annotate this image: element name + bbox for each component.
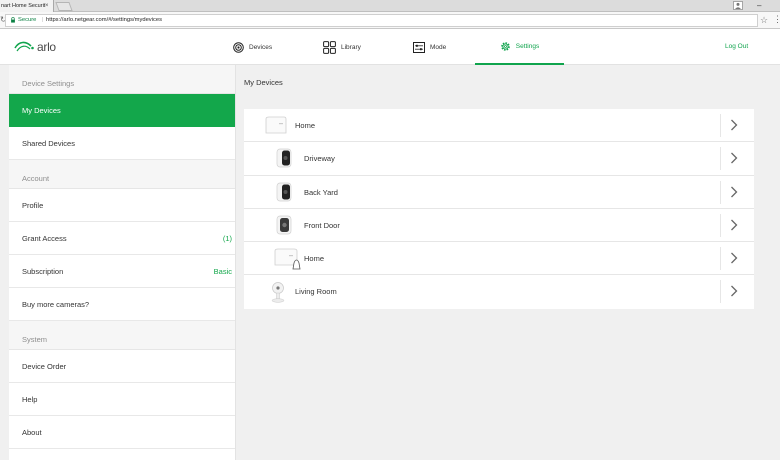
sidebar-item-profile[interactable]: Profile <box>9 189 235 222</box>
new-tab-button[interactable] <box>55 2 73 11</box>
browser-tab-title: nart Home Securit <box>1 3 46 9</box>
device-row-home-siren[interactable]: Home <box>244 242 754 276</box>
nav-mode-label: Mode <box>430 43 447 51</box>
device-row-back-yard[interactable]: Back Yard <box>244 176 754 209</box>
arlo-logo[interactable]: arlo <box>13 39 56 55</box>
sidebar-item-subscription[interactable]: Subscription Basic <box>9 255 235 288</box>
sidebar-item-help[interactable]: Help <box>9 383 235 416</box>
chevron-right-icon[interactable] <box>730 285 738 297</box>
sidebar-item-grant-access[interactable]: Grant Access (1) <box>9 222 235 255</box>
nav-library[interactable]: Library <box>323 29 361 65</box>
browser-tab-strip: nart Home Securit × – <box>0 0 780 12</box>
user-profile-icon[interactable] <box>733 1 743 10</box>
sidebar-item-about[interactable]: About <box>9 416 235 449</box>
chevron-right-icon[interactable] <box>730 219 738 231</box>
row-divider <box>720 280 721 304</box>
row-divider <box>720 180 721 204</box>
tab-close-icon[interactable]: × <box>45 0 49 12</box>
base-station-siren-icon <box>274 248 301 270</box>
nav-library-label: Library <box>341 43 361 51</box>
device-list: Home Driveway Back Yard Front Door Home … <box>244 109 754 309</box>
device-name: Living Room <box>295 287 337 297</box>
browser-address-bar: ↻ Secure | https://arlo.netgear.com/#/se… <box>0 12 780 29</box>
section-system: System <box>9 321 235 350</box>
sidebar-item-label: Device Order <box>22 362 67 371</box>
url-separator: | <box>42 17 44 23</box>
row-divider <box>720 247 721 271</box>
section-device-settings: Device Settings <box>9 65 235 94</box>
row-divider <box>720 147 721 171</box>
app-header: arlo Devices Library Mode Settings Log O… <box>0 29 780 65</box>
sidebar-item-my-devices[interactable]: My Devices <box>9 94 235 127</box>
chevron-right-icon[interactable] <box>730 119 738 131</box>
logout-link[interactable]: Log Out <box>725 29 748 65</box>
device-row-home[interactable]: Home <box>244 109 754 143</box>
subscription-plan: Basic <box>213 267 232 276</box>
gear-icon <box>500 41 510 51</box>
nav-devices-label: Devices <box>249 43 273 51</box>
sidebar-item-label: My Devices <box>22 106 61 115</box>
sidebar-item-shared-devices[interactable]: Shared Devices <box>9 127 235 160</box>
nav-mode[interactable]: Mode <box>413 29 446 65</box>
device-row-front-door[interactable]: Front Door <box>244 209 754 243</box>
row-divider <box>720 213 721 237</box>
arlo-logo-mark <box>14 41 34 52</box>
sliders-icon <box>413 41 425 53</box>
grid-icon <box>323 40 336 54</box>
base-station-icon <box>265 116 287 134</box>
page-title: My Devices <box>244 78 283 87</box>
nav-settings[interactable]: Settings <box>475 29 564 65</box>
sidebar-item-label: Grant Access <box>22 234 67 243</box>
grant-access-count: (1) <box>222 234 232 243</box>
device-row-driveway[interactable]: Driveway <box>244 142 754 176</box>
nav-settings-label: Settings <box>515 42 540 50</box>
device-name: Driveway <box>304 154 335 164</box>
sidebar-item-device-order[interactable]: Device Order <box>9 350 235 383</box>
lock-icon <box>11 17 15 23</box>
device-name: Front Door <box>304 220 340 230</box>
sidebar-item-label: Help <box>22 395 38 404</box>
chevron-right-icon[interactable] <box>730 152 738 164</box>
sidebar-item-label: Shared Devices <box>22 139 75 148</box>
row-divider <box>720 114 721 137</box>
sidebar-item-label: Buy more cameras? <box>22 300 90 309</box>
sidebar-item-buy-cameras[interactable]: Buy more cameras? <box>9 288 235 321</box>
device-row-living-room[interactable]: Living Room <box>244 275 754 308</box>
camera-icon <box>276 148 292 168</box>
sidebar-item-label: Subscription <box>22 267 64 276</box>
baby-camera-icon <box>271 282 285 304</box>
camera-icon <box>276 182 292 201</box>
url-text: https://arlo.netgear.com/#/settings/myde… <box>46 17 162 23</box>
sidebar-item-label: Profile <box>22 201 44 210</box>
logo-text: arlo <box>37 40 56 54</box>
sidebar-item-label: About <box>22 428 42 437</box>
camera-lens-icon <box>233 41 244 53</box>
chevron-right-icon[interactable] <box>730 252 738 264</box>
section-account: Account <box>9 160 235 189</box>
bookmark-star-icon[interactable]: ☆ <box>760 15 768 26</box>
minimize-button[interactable]: – <box>757 1 761 10</box>
browser-menu-icon[interactable]: ⋮ <box>773 14 780 25</box>
browser-tab[interactable]: nart Home Securit × <box>0 0 54 12</box>
secure-label: Secure <box>18 17 37 23</box>
device-name: Home <box>295 121 316 130</box>
device-name: Back Yard <box>304 187 338 197</box>
url-field[interactable]: Secure | https://arlo.netgear.com/#/sett… <box>5 14 758 27</box>
nav-devices[interactable]: Devices <box>233 29 272 65</box>
settings-sidebar: Device Settings My Devices Shared Device… <box>9 65 236 460</box>
camera-icon <box>276 215 292 235</box>
chevron-right-icon[interactable] <box>730 186 738 198</box>
device-name: Home <box>304 254 325 264</box>
